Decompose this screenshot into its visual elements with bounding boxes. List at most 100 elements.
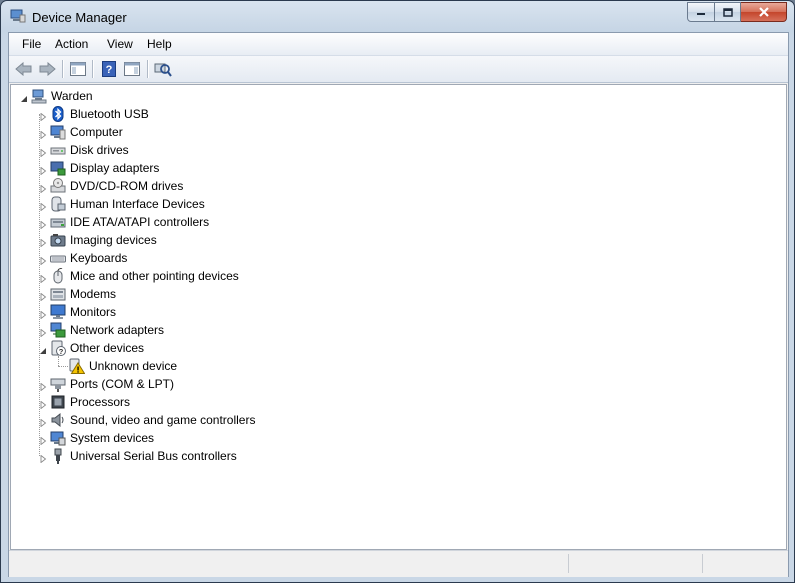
tree-item-network-adapters[interactable]: Network adapters	[50, 321, 164, 339]
tree-item-bluetooth-usb[interactable]: Bluetooth USB	[50, 105, 149, 123]
tree-item-label: Network adapters	[70, 323, 165, 337]
tree-connector-line	[39, 114, 40, 456]
tree-item-label: Display adapters	[70, 161, 160, 175]
tree-item-label: Human Interface Devices	[70, 197, 205, 211]
client-area: File Action View Help ? Warden Bluetooth…	[8, 32, 789, 577]
expand-toggle[interactable]	[39, 164, 47, 176]
tree-item-keyboards[interactable]: Keyboards	[50, 249, 127, 267]
tree-item-label: DVD/CD-ROM drives	[70, 179, 184, 193]
computer-root-icon	[31, 89, 47, 104]
tree-connector-line	[58, 366, 68, 367]
toolbar-separator	[92, 60, 94, 78]
expand-toggle[interactable]	[39, 290, 47, 302]
expand-toggle[interactable]	[39, 182, 47, 194]
device-manager-window: Device Manager File Action View Help ? W…	[0, 0, 795, 583]
toolbar-separator	[147, 60, 149, 78]
expand-toggle[interactable]	[39, 398, 47, 410]
expand-toggle[interactable]	[39, 416, 47, 428]
expand-toggle[interactable]	[39, 218, 47, 230]
modem-icon	[50, 288, 66, 301]
tree-item-computer[interactable]: Computer	[50, 123, 123, 141]
minimize-icon	[697, 13, 705, 15]
tree-item-unknown-device[interactable]: Unknown device	[69, 357, 177, 375]
menu-bar: File Action View Help	[9, 33, 788, 56]
monitor-icon	[50, 304, 66, 319]
svg-text:?: ?	[106, 64, 113, 76]
maximize-icon	[722, 7, 733, 17]
tree-item-monitors[interactable]: Monitors	[50, 303, 116, 321]
collapse-toggle[interactable]	[20, 92, 28, 102]
tree-item-disk-drives[interactable]: Disk drives	[50, 141, 129, 159]
scan-hardware-button[interactable]	[153, 60, 173, 78]
expand-toggle[interactable]	[39, 236, 47, 248]
expand-toggle[interactable]	[39, 380, 47, 392]
device-manager-app-icon	[10, 9, 26, 23]
menu-action[interactable]: Action	[55, 37, 88, 51]
close-icon	[758, 7, 769, 17]
display-adapter-icon	[50, 161, 66, 176]
network-icon	[50, 322, 66, 338]
expand-toggle[interactable]	[39, 326, 47, 338]
expand-toggle[interactable]	[39, 200, 47, 212]
expand-toggle[interactable]	[39, 254, 47, 266]
device-tree[interactable]: Warden Bluetooth USB Computer Disk drives Di…	[10, 84, 787, 550]
properties-pane-button[interactable]	[122, 60, 142, 78]
tree-item-imaging-devices[interactable]: Imaging devices	[50, 231, 157, 249]
menu-help[interactable]: Help	[147, 37, 172, 51]
forward-icon	[39, 62, 56, 76]
tree-item-dvd-cd-rom-drives[interactable]: DVD/CD-ROM drives	[50, 177, 183, 195]
tree-item-processors[interactable]: Processors	[50, 393, 130, 411]
title-bar[interactable]: Device Manager	[1, 1, 794, 31]
tree-item-modems[interactable]: Modems	[50, 285, 116, 303]
expand-toggle[interactable]	[39, 110, 47, 122]
expand-toggle[interactable]	[39, 452, 47, 464]
expand-toggle[interactable]	[39, 272, 47, 284]
tree-connector-line	[58, 356, 59, 366]
help-button[interactable]: ?	[99, 60, 119, 78]
tree-item-label: Unknown device	[89, 359, 178, 373]
tree-item-label: Processors	[70, 395, 131, 409]
tree-item-label: Ports (COM & LPT)	[70, 377, 175, 391]
tree-item-ports-com-lpt[interactable]: Ports (COM & LPT)	[50, 375, 174, 393]
collapse-toggle[interactable]	[39, 344, 47, 354]
status-bar	[9, 550, 788, 577]
menu-file[interactable]: File	[22, 37, 41, 51]
menu-view[interactable]: View	[107, 37, 133, 51]
expand-toggle[interactable]	[39, 308, 47, 320]
dvd-drive-icon	[50, 178, 66, 193]
minimize-button[interactable]	[687, 2, 715, 22]
tree-item-universal-serial-bus-controllers[interactable]: Universal Serial Bus controllers	[50, 447, 237, 465]
tree-item-label: Bluetooth USB	[70, 107, 149, 121]
expand-toggle[interactable]	[39, 434, 47, 446]
expand-toggle[interactable]	[39, 146, 47, 158]
tree-item-label: Warden	[51, 89, 93, 103]
tree-item-display-adapters[interactable]: Display adapters	[50, 159, 159, 177]
back-button[interactable]	[14, 60, 34, 78]
tree-item-sound-video-and-game-controllers[interactable]: Sound, video and game controllers	[50, 411, 255, 429]
tree-item-label: Other devices	[70, 341, 145, 355]
usb-icon	[54, 448, 62, 464]
expand-toggle[interactable]	[39, 128, 47, 140]
status-panel	[702, 554, 787, 573]
tree-item-mice-and-other-pointing-devices[interactable]: Mice and other pointing devices	[50, 267, 239, 285]
system-devices-icon	[50, 431, 66, 446]
port-icon	[50, 378, 66, 392]
window-title: Device Manager	[32, 10, 127, 25]
tree-item-label: Imaging devices	[70, 233, 157, 247]
tree-item-human-interface-devices[interactable]: Human Interface Devices	[50, 195, 205, 213]
unknown-device-warning-icon	[69, 358, 85, 374]
show-hide-console-tree-button[interactable]	[68, 60, 88, 78]
toolbar: ?	[9, 56, 788, 83]
tree-root-computer[interactable]: Warden	[31, 87, 93, 105]
forward-button[interactable]	[37, 60, 57, 78]
ide-controller-icon	[50, 218, 66, 228]
tree-item-ide-ata-atapi-controllers[interactable]: IDE ATA/ATAPI controllers	[50, 213, 209, 231]
tree-item-label: Monitors	[70, 305, 117, 319]
tree-item-other-devices[interactable]: ? Other devices	[50, 339, 144, 357]
maximize-button[interactable]	[715, 2, 741, 22]
help-icon: ?	[102, 61, 116, 77]
tree-item-system-devices[interactable]: System devices	[50, 429, 154, 447]
tree-item-label: Universal Serial Bus controllers	[70, 449, 237, 463]
processor-icon	[51, 395, 65, 409]
close-button[interactable]	[741, 2, 787, 22]
